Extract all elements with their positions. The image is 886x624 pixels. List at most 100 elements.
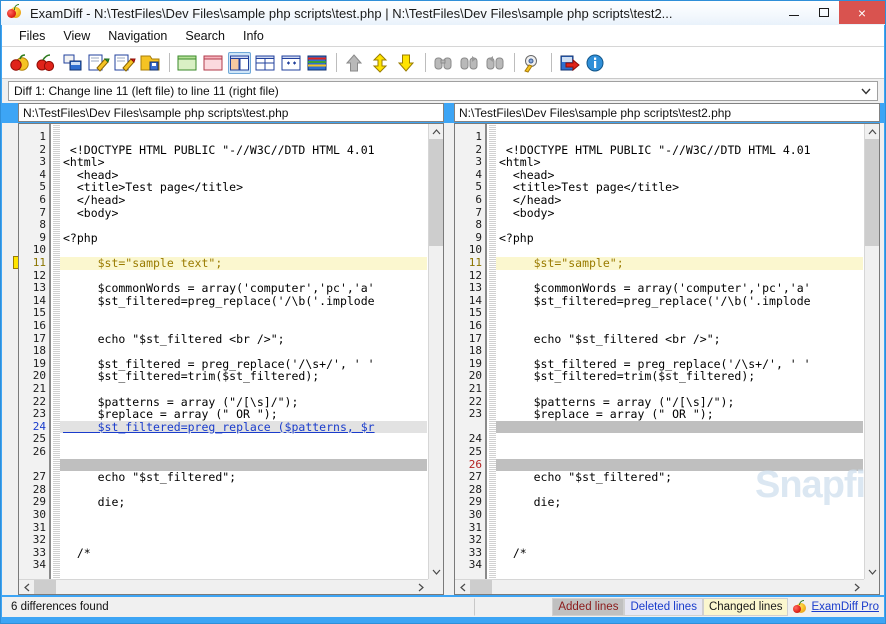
edit-right-file-icon[interactable] [113, 52, 136, 74]
code-row[interactable] [60, 345, 427, 358]
code-row[interactable]: <!DOCTYPE HTML PUBLIC "-//W3C//DTD HTML … [60, 143, 427, 157]
left-file-pane[interactable]: 1 2 3 4 5 6 7 8 9 10 11 12 13 14 15 16 17 18 19 20 21 22 23 24 2… [18, 123, 444, 595]
right-file-pane[interactable]: 1 2 3 4 5 6 7 8 9 10 11 12 13 14 15 16 17 18 19 20 21 22 23 24 2… [454, 123, 880, 595]
left-scroll-thumb[interactable] [429, 139, 443, 246]
compare-directories-icon[interactable] [35, 52, 58, 74]
code-row[interactable]: /* [60, 547, 427, 560]
code-row[interactable] [496, 219, 863, 232]
view-horizontal-split-icon[interactable] [254, 52, 277, 74]
code-row[interactable]: <?php [60, 232, 427, 245]
code-row[interactable] [60, 383, 427, 396]
menu-files[interactable]: Files [10, 27, 54, 45]
code-row[interactable]: <body> [60, 206, 427, 220]
code-row[interactable]: $st_filtered=trim($st_filtered); [496, 370, 863, 383]
last-diff-icon[interactable] [395, 52, 418, 74]
code-row[interactable] [496, 559, 863, 572]
recompare-icon[interactable] [61, 52, 84, 74]
left-horizontal-scrollbar[interactable] [19, 579, 428, 594]
menu-navigation[interactable]: Navigation [99, 27, 176, 45]
find-previous-icon[interactable] [484, 52, 507, 74]
code-row[interactable] [496, 307, 863, 320]
code-row[interactable]: $st_filtered=trim($st_filtered); [60, 370, 427, 383]
code-row[interactable]: echo "$st_filtered"; [496, 471, 863, 484]
diff-marker-gutter[interactable] [5, 123, 22, 595]
scroll-left-icon[interactable] [455, 580, 470, 594]
code-row[interactable]: <html> [496, 156, 863, 169]
left-vertical-scrollbar[interactable] [428, 124, 443, 579]
code-row[interactable] [496, 446, 863, 459]
find-icon[interactable] [432, 52, 455, 74]
code-row[interactable]: echo "$st_filtered <br />"; [496, 332, 863, 346]
code-row[interactable] [496, 522, 863, 535]
code-row[interactable]: die; [60, 496, 427, 509]
about-icon[interactable] [584, 52, 607, 74]
code-row[interactable]: echo "$st_filtered"; [60, 471, 427, 484]
view-sync-scroll-icon[interactable] [280, 52, 303, 74]
code-row[interactable] [60, 433, 427, 446]
left-code-area[interactable]: <!DOCTYPE HTML PUBLIC "-//W3C//DTD HTML … [60, 124, 427, 594]
find-next-icon[interactable] [458, 52, 481, 74]
code-row[interactable]: </head> [60, 194, 427, 207]
code-row[interactable] [496, 383, 863, 396]
right-code-area[interactable]: <!DOCTYPE HTML PUBLIC "-//W3C//DTD HTML … [496, 124, 863, 594]
edit-left-file-icon[interactable] [87, 52, 110, 74]
code-row[interactable] [496, 433, 863, 446]
code-row[interactable]: $st="sample text"; [60, 257, 427, 270]
code-row[interactable]: $st_filtered=preg_replace('/\b('.implode [60, 295, 427, 308]
menu-search[interactable]: Search [176, 27, 234, 45]
right-hscroll-thumb[interactable] [470, 580, 492, 594]
menu-view[interactable]: View [54, 27, 99, 45]
code-row[interactable]: <?php [496, 232, 863, 245]
scroll-up-icon[interactable] [865, 124, 879, 139]
right-vertical-scrollbar[interactable] [864, 124, 879, 579]
code-row[interactable] [60, 131, 427, 144]
scroll-down-icon[interactable] [865, 564, 879, 579]
code-row[interactable] [60, 320, 427, 333]
view-right-only-icon[interactable] [202, 52, 225, 74]
scroll-up-icon[interactable] [429, 124, 443, 139]
code-row[interactable]: <body> [496, 206, 863, 220]
left-file-path[interactable]: N:\TestFiles\Dev Files\sample php script… [18, 103, 444, 122]
diff-selector-combo[interactable]: Diff 1: Change line 11 (left file) to li… [8, 81, 878, 101]
code-row[interactable]: $st_filtered=preg_replace ($patterns, $r [60, 421, 427, 434]
code-row[interactable] [60, 522, 427, 535]
view-inline-icon[interactable] [306, 52, 329, 74]
right-scroll-thumb[interactable] [865, 139, 879, 246]
chevron-down-icon[interactable] [858, 82, 874, 100]
code-row[interactable] [60, 559, 427, 572]
code-row[interactable]: die; [496, 496, 863, 509]
brand-link-container[interactable]: ExamDiff Pro [788, 598, 884, 616]
code-row[interactable] [496, 534, 863, 547]
code-row[interactable]: $st="sample"; [496, 257, 863, 270]
view-left-only-icon[interactable] [176, 52, 199, 74]
compare-files-icon[interactable] [9, 52, 32, 74]
code-row[interactable] [496, 345, 863, 358]
options-icon[interactable] [521, 52, 544, 74]
code-row[interactable]: $commonWords = array('computer','pc','a' [496, 282, 863, 295]
scroll-down-icon[interactable] [429, 564, 443, 579]
code-row[interactable]: <html> [60, 156, 427, 169]
code-row[interactable] [60, 509, 427, 522]
left-hscroll-thumb[interactable] [34, 580, 56, 594]
minimize-button[interactable] [779, 1, 809, 24]
close-button[interactable]: × [839, 1, 885, 24]
maximize-button[interactable] [809, 1, 839, 24]
scroll-left-icon[interactable] [19, 580, 34, 594]
code-row[interactable]: $replace = array (" OR "); [496, 408, 863, 421]
save-icon[interactable] [139, 52, 162, 74]
code-row[interactable]: $st_filtered=preg_replace('/\b('.implode [496, 295, 863, 308]
code-row[interactable] [60, 307, 427, 320]
code-row[interactable] [496, 131, 863, 144]
code-row[interactable]: <!DOCTYPE HTML PUBLIC "-//W3C//DTD HTML … [496, 143, 863, 157]
right-file-path[interactable]: N:\TestFiles\Dev Files\sample php script… [454, 103, 880, 122]
next-diff-icon[interactable] [369, 52, 392, 74]
right-horizontal-scrollbar[interactable] [455, 579, 864, 594]
code-row[interactable] [60, 534, 427, 547]
code-row[interactable] [60, 446, 427, 459]
scroll-right-icon[interactable] [849, 580, 864, 594]
first-diff-icon[interactable] [343, 52, 366, 74]
view-side-by-side-icon[interactable] [228, 51, 251, 74]
code-row[interactable] [496, 509, 863, 522]
scroll-right-icon[interactable] [413, 580, 428, 594]
code-row[interactable]: $replace = array (" OR "); [60, 408, 427, 421]
